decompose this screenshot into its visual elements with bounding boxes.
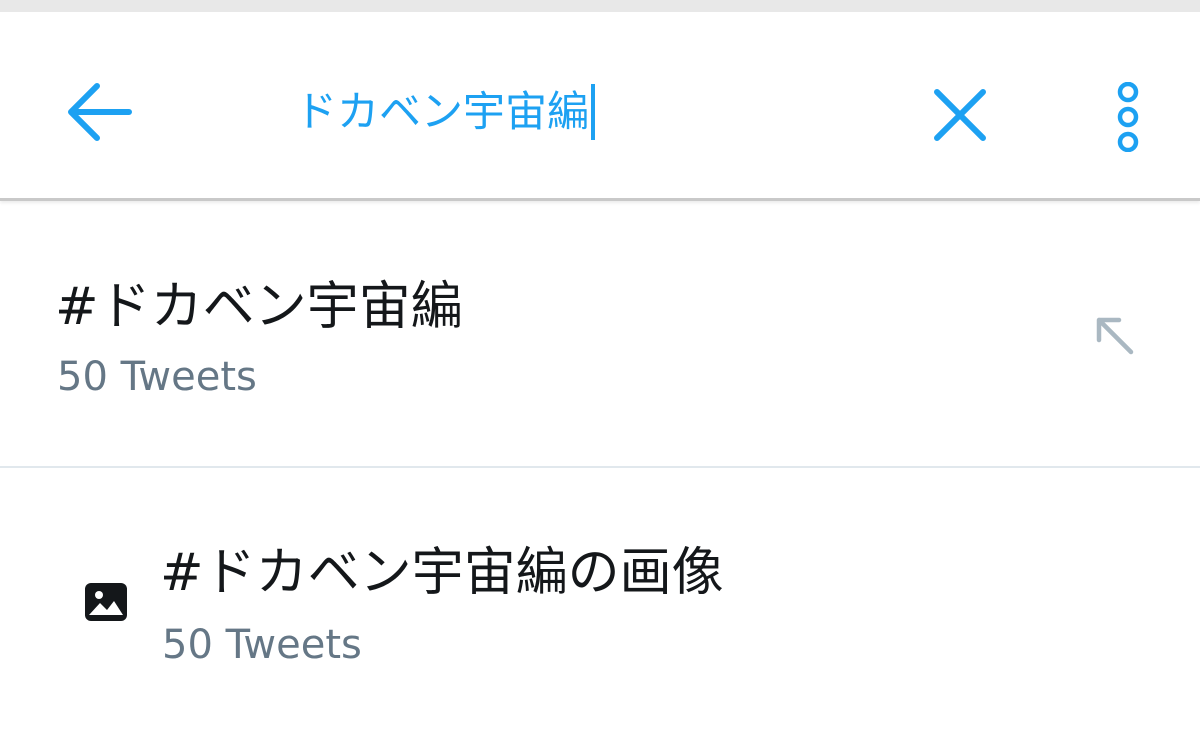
fill-query-button[interactable] <box>1080 301 1150 371</box>
suggestion-title: #ドカベン宇宙編の画像 <box>160 543 724 603</box>
search-suggestion-images[interactable]: #ドカベン宇宙編の画像 50 Tweets <box>0 468 1200 730</box>
status-bar-strip <box>0 0 1200 12</box>
suggestion-tweet-count: 50 Tweets <box>57 354 257 400</box>
search-query-text[interactable]: ドカベン宇宙編 <box>295 91 589 133</box>
arrow-left-icon <box>68 83 132 141</box>
text-caret <box>591 84 596 140</box>
search-input[interactable]: ドカベン宇宙編 <box>295 72 855 152</box>
suggestion-tweet-count: 50 Tweets <box>162 622 362 668</box>
search-header: ドカベン宇宙編 <box>0 12 1200 201</box>
close-icon <box>934 89 986 141</box>
more-options-button[interactable] <box>1098 72 1158 162</box>
suggestion-title: #ドカベン宇宙編 <box>55 277 463 337</box>
more-vertical-icon <box>1117 82 1139 152</box>
search-suggestion-hashtag[interactable]: #ドカベン宇宙編 50 Tweets <box>0 201 1200 468</box>
back-button[interactable] <box>60 77 140 147</box>
arrow-up-left-icon <box>1096 317 1134 355</box>
clear-search-button[interactable] <box>920 80 1000 150</box>
image-icon <box>85 583 127 621</box>
